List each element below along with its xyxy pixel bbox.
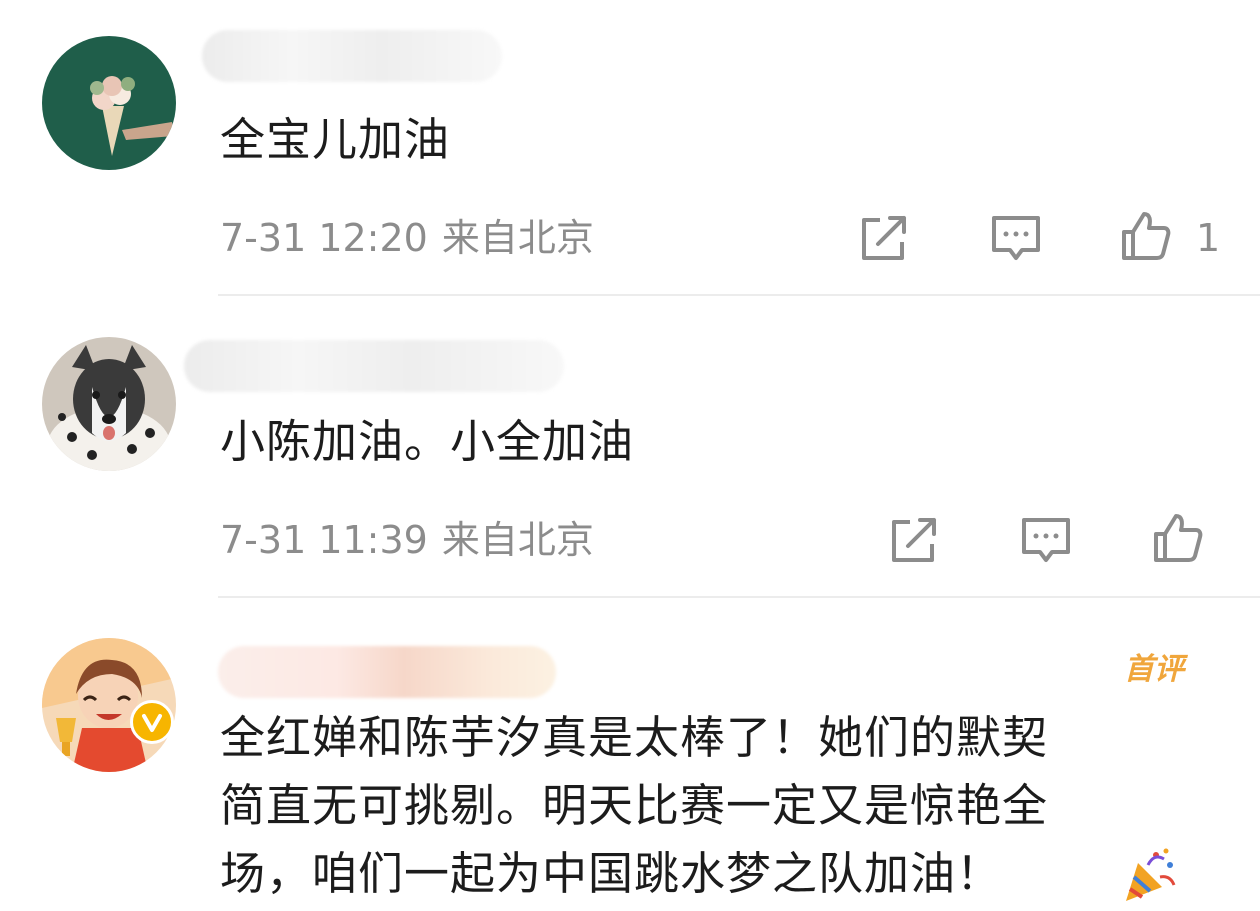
comment-text: 小陈加油。小全加油 (220, 415, 635, 468)
party-popper-icon (1126, 848, 1176, 901)
comment-meta: 7-31 12:20 来自北京 (220, 215, 594, 261)
comment-location: 来自北京 (441, 518, 594, 562)
reply-icon[interactable] (990, 212, 1042, 264)
reply-icon[interactable] (1020, 514, 1072, 566)
share-icon[interactable] (888, 514, 940, 566)
divider (218, 596, 1260, 598)
comment-meta: 7-31 11:39 来自北京 (220, 517, 594, 563)
comment-text: 全宝儿加油 (220, 113, 451, 166)
username-redacted[interactable] (218, 646, 556, 698)
comment-location: 来自北京 (441, 216, 594, 260)
verified-badge-icon (130, 700, 174, 744)
share-icon[interactable] (858, 212, 910, 264)
username-redacted[interactable] (184, 340, 564, 392)
comment-date: 7-31 12:20 (220, 216, 428, 260)
comment-text: 全红婵和陈芋汐真是太棒了！她们的默契 简直无可挑剔。明天比赛一定又是惊艳全 场，… (220, 704, 1048, 908)
username-redacted[interactable] (202, 30, 502, 82)
comment-date: 7-31 11:39 (220, 518, 428, 562)
like-count: 1 (1196, 216, 1221, 260)
comment-text-line: 场，咱们一起为中国跳水梦之队加油！ (220, 847, 1003, 900)
avatar[interactable] (42, 36, 176, 170)
avatar[interactable] (42, 337, 176, 471)
like-icon[interactable] (1120, 210, 1172, 262)
comment-text-line: 全红婵和陈芋汐真是太棒了！她们的默契 (220, 711, 1049, 764)
first-comment-badge: 首评 (1124, 652, 1184, 687)
divider (218, 294, 1260, 296)
like-icon[interactable] (1152, 512, 1204, 564)
comment-text-line: 简直无可挑剔。明天比赛一定又是惊艳全 (220, 779, 1049, 832)
